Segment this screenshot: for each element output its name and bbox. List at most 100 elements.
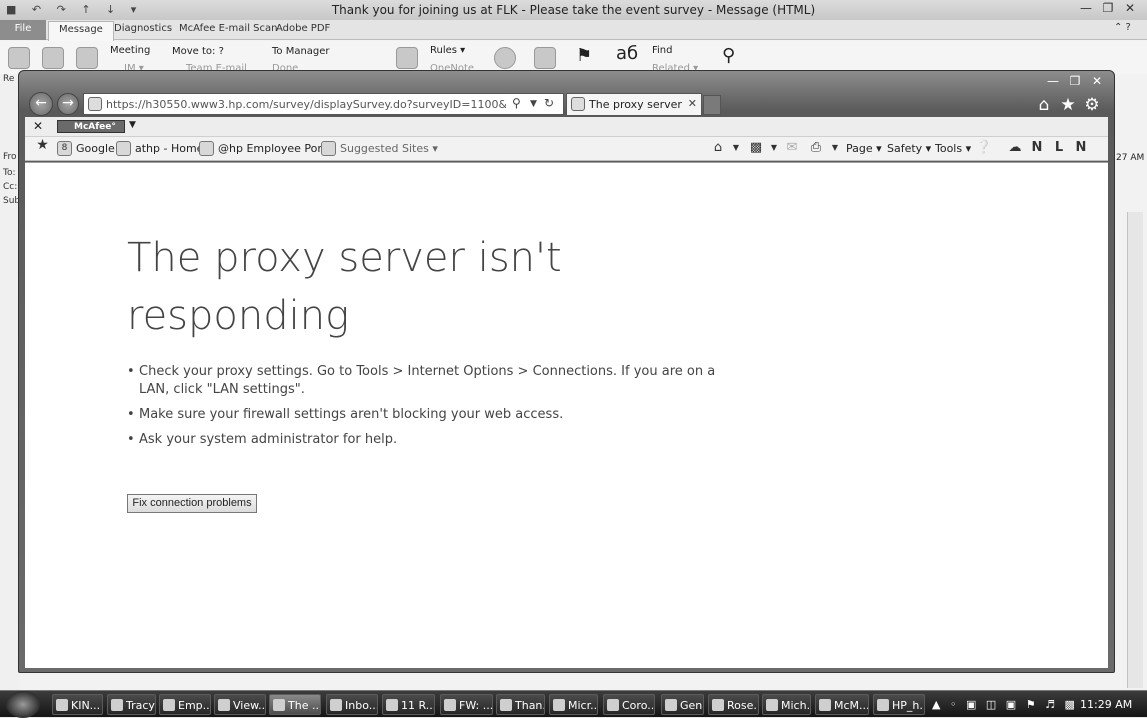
taskbar-item[interactable]: McM... bbox=[815, 694, 869, 715]
maximize-icon[interactable]: ❐ bbox=[1064, 73, 1086, 89]
home-icon[interactable]: ⌂ bbox=[1032, 95, 1056, 115]
taskbar-item[interactable]: Micr... bbox=[549, 694, 598, 715]
mcafee-logo[interactable]: McAfee° bbox=[57, 120, 125, 133]
close-toolbar-icon[interactable]: ✕ bbox=[33, 119, 43, 133]
meeting-button[interactable]: Meeting bbox=[110, 45, 150, 56]
refresh-icon[interactable]: ↻ bbox=[544, 96, 554, 110]
tab-message[interactable]: Message bbox=[48, 21, 114, 41]
tab-close-icon[interactable]: ✕ bbox=[688, 97, 697, 110]
show-hidden-icons[interactable]: ▲ bbox=[932, 694, 940, 715]
onenote-linked-icon[interactable]: N bbox=[1072, 140, 1090, 156]
taskbar-item[interactable]: Mich... bbox=[762, 694, 811, 715]
start-button[interactable] bbox=[6, 691, 40, 718]
message-scrollbar[interactable] bbox=[1127, 212, 1143, 688]
app-icon bbox=[386, 699, 398, 711]
clock[interactable]: 11:29 AM bbox=[1080, 694, 1132, 715]
to-manager-quickstep[interactable]: To Manager bbox=[272, 46, 330, 57]
athp-icon bbox=[116, 141, 131, 156]
taskbar-item[interactable]: Than... bbox=[496, 694, 545, 715]
favorites-add-icon[interactable]: ★ bbox=[35, 138, 50, 154]
forward-button[interactable]: → bbox=[57, 93, 79, 115]
app-icon bbox=[877, 699, 889, 711]
find-button[interactable]: Find bbox=[652, 45, 673, 56]
tray-app-icon[interactable]: ▩ bbox=[1064, 694, 1074, 715]
feeds-dropdown-icon[interactable]: ▼ bbox=[765, 143, 783, 159]
network-icon[interactable]: ◦ bbox=[950, 694, 957, 715]
taskbar-item[interactable]: HP_h... bbox=[873, 694, 925, 715]
taskbar-item[interactable]: The ... bbox=[269, 694, 321, 715]
move-icon[interactable] bbox=[396, 47, 418, 69]
mcafee-dropdown-icon[interactable]: ▼ bbox=[129, 120, 136, 130]
print-dropdown-icon[interactable]: ▼ bbox=[826, 143, 844, 159]
app-icon bbox=[712, 699, 724, 711]
close-icon[interactable]: ✕ bbox=[1086, 73, 1108, 89]
tab-file[interactable]: File bbox=[0, 20, 46, 40]
fav-hp-employee-portal[interactable]: @hp Employee Portal bbox=[218, 142, 336, 155]
move-to-quickstep[interactable]: Move to: ? bbox=[172, 46, 224, 57]
taskbar-item[interactable]: Inbo... bbox=[326, 694, 378, 715]
taskbar-item[interactable]: Emp... bbox=[159, 694, 211, 715]
volume-icon[interactable]: ♬ bbox=[1045, 694, 1055, 715]
taskbar-item[interactable]: View... bbox=[214, 694, 266, 715]
taskbar-item[interactable]: Coro... bbox=[603, 694, 655, 715]
fav-google[interactable]: Google bbox=[76, 142, 115, 155]
feeds-icon[interactable]: ▩ bbox=[747, 140, 765, 156]
address-bar[interactable]: https://h30550.www3.hp.com/survey/displa… bbox=[83, 93, 564, 115]
tab-proxy-error[interactable]: The proxy server isn'... ✕ bbox=[566, 93, 702, 115]
sent-time: 27 AM bbox=[1116, 153, 1145, 163]
tray-app-icon[interactable]: ▣ bbox=[1006, 694, 1016, 715]
tab-diagnostics[interactable]: Diagnostics bbox=[114, 23, 172, 34]
tab-adobe-pdf[interactable]: Adobe PDF bbox=[276, 23, 330, 34]
home-dropdown-icon[interactable]: ▼ bbox=[727, 143, 745, 159]
search-icon[interactable]: ⚲ bbox=[512, 96, 521, 110]
back-button[interactable]: ← bbox=[29, 92, 53, 116]
taskbar-item-label: Gen... bbox=[680, 699, 703, 712]
favorites-star-icon[interactable]: ★ bbox=[1056, 95, 1080, 115]
gear-icon[interactable]: ⚙ bbox=[1080, 95, 1104, 115]
page-menu[interactable]: Page ▾ bbox=[846, 142, 882, 155]
fix-connection-button[interactable]: Fix connection problems bbox=[127, 494, 257, 513]
meeting-label: Meeting bbox=[110, 45, 151, 56]
taskbar-item[interactable]: Rose... bbox=[708, 694, 759, 715]
taskbar-item[interactable]: FW: ... bbox=[440, 694, 493, 715]
address-dropdown-icon[interactable]: ▼ bbox=[530, 99, 537, 109]
google-icon: 8 bbox=[57, 141, 72, 156]
taskbar-item[interactable]: KIN... bbox=[52, 694, 103, 715]
minimize-icon[interactable]: — bbox=[1075, 1, 1097, 15]
help-icon[interactable]: ❔ bbox=[975, 140, 993, 156]
taskbar-item[interactable]: 11 R... bbox=[382, 694, 435, 715]
categorize-icon[interactable] bbox=[534, 47, 556, 69]
flag-icon[interactable]: ⚑ bbox=[1026, 694, 1036, 715]
translate-icon[interactable]: aб bbox=[616, 43, 638, 64]
taskbar-item[interactable]: Gen... bbox=[661, 694, 704, 715]
minimize-icon[interactable]: — bbox=[1042, 73, 1064, 89]
maximize-icon[interactable]: ❐ bbox=[1097, 1, 1119, 15]
research-icon[interactable]: ☁ bbox=[1006, 140, 1024, 156]
browser-window: — ❐ ✕ ← → https://h30550.www3.hp.com/surve… bbox=[18, 70, 1115, 673]
new-tab-button[interactable] bbox=[703, 95, 721, 115]
help-icon[interactable]: ⌃ ? bbox=[1114, 22, 1131, 33]
tray-app-icon[interactable]: ▣ bbox=[966, 694, 976, 715]
flag-icon[interactable]: ⚑ bbox=[576, 45, 592, 66]
forward-icon[interactable] bbox=[76, 47, 98, 69]
taskbar-item-label: View... bbox=[233, 699, 266, 712]
tracking-icon[interactable] bbox=[494, 47, 516, 69]
read-mail-icon[interactable]: ✉ bbox=[783, 140, 801, 156]
tray-app-icon[interactable]: ◫ bbox=[986, 694, 996, 715]
safety-menu[interactable]: Safety ▾ bbox=[887, 142, 931, 155]
tools-menu[interactable]: Tools ▾ bbox=[935, 142, 971, 155]
reply-icon[interactable] bbox=[8, 47, 30, 69]
fav-athp-home[interactable]: athp - Home bbox=[135, 142, 203, 155]
fav-suggested-sites[interactable]: Suggested Sites ▾ bbox=[340, 142, 438, 155]
rules-button[interactable]: Rules ▾ bbox=[430, 45, 465, 56]
zoom-icon[interactable]: ⚲ bbox=[722, 45, 735, 66]
taskbar-item[interactable]: Tracy bbox=[107, 694, 156, 715]
lync-icon[interactable]: L bbox=[1050, 140, 1068, 156]
print-icon[interactable]: ⎙ bbox=[807, 140, 825, 156]
reply-all-icon[interactable] bbox=[42, 47, 64, 69]
onenote-icon[interactable]: N bbox=[1028, 140, 1046, 156]
address-url[interactable]: https://h30550.www3.hp.com/survey/displa… bbox=[106, 98, 506, 111]
home-toolbar-icon[interactable]: ⌂ bbox=[709, 140, 727, 156]
close-icon[interactable]: ✕ bbox=[1119, 1, 1141, 15]
tab-mcafee-email-scan[interactable]: McAfee E-mail Scan bbox=[179, 23, 277, 34]
